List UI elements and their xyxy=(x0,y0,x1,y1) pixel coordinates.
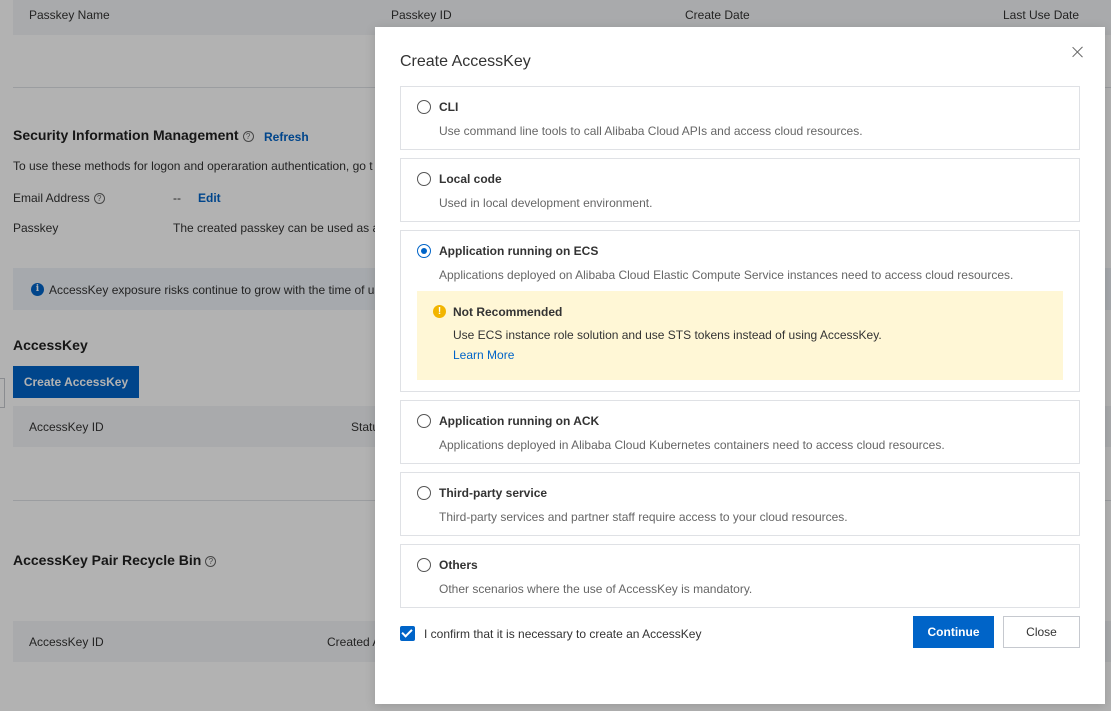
option-others[interactable]: Others Other scenarios where the use of … xyxy=(400,544,1080,608)
radio-button[interactable] xyxy=(417,486,431,500)
option-ack[interactable]: Application running on ACK Applications … xyxy=(400,400,1080,464)
option-description: Other scenarios where the use of AccessK… xyxy=(439,582,753,596)
radio-button-checked[interactable] xyxy=(417,244,431,258)
dialog-title: Create AccessKey xyxy=(400,53,531,70)
option-local-code[interactable]: Local code Used in local development env… xyxy=(400,158,1080,222)
radio-button[interactable] xyxy=(417,558,431,572)
option-label: CLI xyxy=(439,100,459,114)
option-description: Use command line tools to call Alibaba C… xyxy=(439,124,863,138)
option-label: Others xyxy=(439,558,478,572)
not-recommended-warning: ! Not Recommended Use ECS instance role … xyxy=(417,291,1063,380)
option-description: Applications deployed in Alibaba Cloud K… xyxy=(439,438,945,452)
warning-text: Use ECS instance role solution and use S… xyxy=(453,328,882,342)
radio-button[interactable] xyxy=(417,172,431,186)
warning-icon: ! xyxy=(433,305,446,318)
close-button[interactable]: Close xyxy=(1003,616,1080,648)
option-label: Local code xyxy=(439,172,502,186)
option-description: Third-party services and partner staff r… xyxy=(439,510,848,524)
option-label: Application running on ACK xyxy=(439,414,600,428)
option-third-party[interactable]: Third-party service Third-party services… xyxy=(400,472,1080,536)
close-icon[interactable] xyxy=(1069,43,1087,61)
confirm-checkbox[interactable] xyxy=(400,626,415,641)
option-ecs[interactable]: Application running on ECS Applications … xyxy=(400,230,1080,392)
radio-button[interactable] xyxy=(417,100,431,114)
option-description: Used in local development environment. xyxy=(439,196,653,210)
option-description: Applications deployed on Alibaba Cloud E… xyxy=(439,268,1014,282)
confirm-label[interactable]: I confirm that it is necessary to create… xyxy=(424,627,701,641)
create-accesskey-dialog: Create AccessKey CLI Use command line to… xyxy=(375,27,1105,704)
option-label: Third-party service xyxy=(439,486,548,500)
warning-title: Not Recommended xyxy=(453,305,563,319)
continue-button[interactable]: Continue xyxy=(913,616,994,648)
radio-button[interactable] xyxy=(417,414,431,428)
option-cli[interactable]: CLI Use command line tools to call Aliba… xyxy=(400,86,1080,150)
learn-more-link[interactable]: Learn More xyxy=(453,348,514,362)
option-label: Application running on ECS xyxy=(439,244,599,258)
